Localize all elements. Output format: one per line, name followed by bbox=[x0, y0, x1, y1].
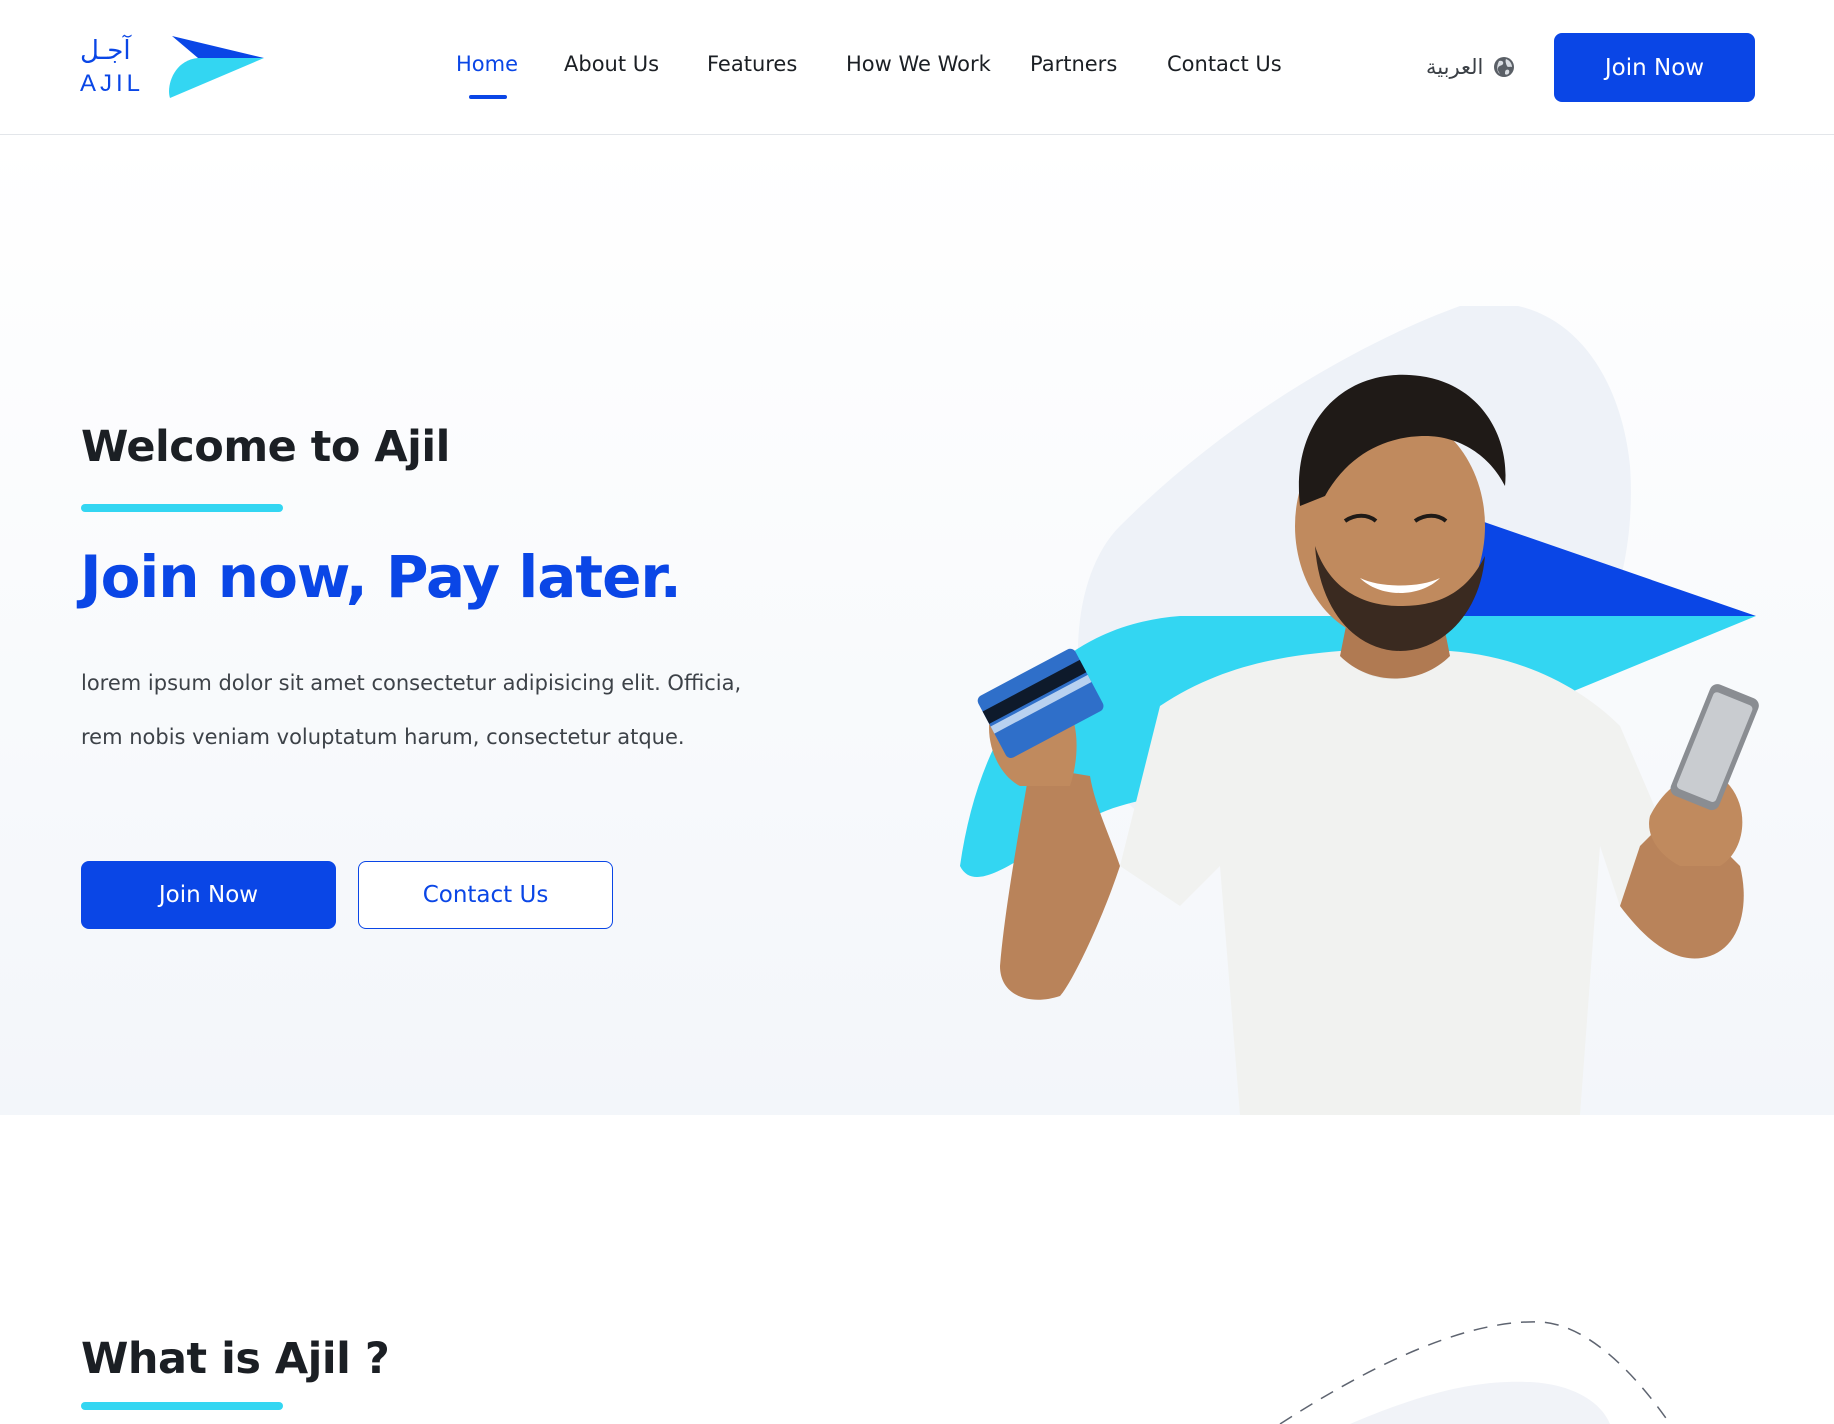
hero-description: lorem ipsum dolor sit amet consectetur a… bbox=[81, 671, 742, 749]
hero-headline: Join now, Pay later. bbox=[80, 543, 682, 611]
nav-how-we-work[interactable]: How We Work bbox=[846, 52, 991, 76]
what-is-accent-bar bbox=[81, 1402, 283, 1410]
hero-title: Welcome to Ajil bbox=[81, 422, 450, 472]
nav-about-us[interactable]: About Us bbox=[564, 52, 659, 76]
hero-title-accent-bar bbox=[81, 504, 283, 512]
what-is-title: What is Ajil ? bbox=[81, 1334, 390, 1384]
globe-icon bbox=[1494, 57, 1515, 77]
hero-contact-us-button[interactable]: Contact Us bbox=[358, 861, 613, 929]
logo-arabic-text: آجـل bbox=[80, 36, 131, 66]
nav-home[interactable]: Home bbox=[456, 52, 518, 76]
site-header: آجـل AJIL Home About Us Features How We … bbox=[0, 0, 1834, 135]
ajil-logo[interactable]: آجـل AJIL bbox=[80, 36, 265, 100]
nav-partners[interactable]: Partners bbox=[1030, 52, 1117, 76]
hero-section: Welcome to Ajil Join now, Pay later. lor… bbox=[0, 136, 1834, 1115]
nav-features[interactable]: Features bbox=[707, 52, 797, 76]
header-join-now-button[interactable]: Join Now bbox=[1554, 33, 1755, 102]
language-switcher[interactable]: العربية bbox=[1426, 52, 1515, 82]
logo-english-text: AJIL bbox=[80, 70, 145, 97]
hero-join-now-button[interactable]: Join Now bbox=[81, 861, 336, 929]
logo-arrow-icon bbox=[169, 36, 264, 98]
hero-illustration bbox=[960, 306, 1759, 1115]
nav-contact-us[interactable]: Contact Us bbox=[1167, 52, 1282, 76]
nav-active-indicator bbox=[469, 95, 507, 99]
language-label: العربية bbox=[1426, 55, 1484, 79]
decorative-dashed-curve bbox=[1279, 1321, 1671, 1424]
